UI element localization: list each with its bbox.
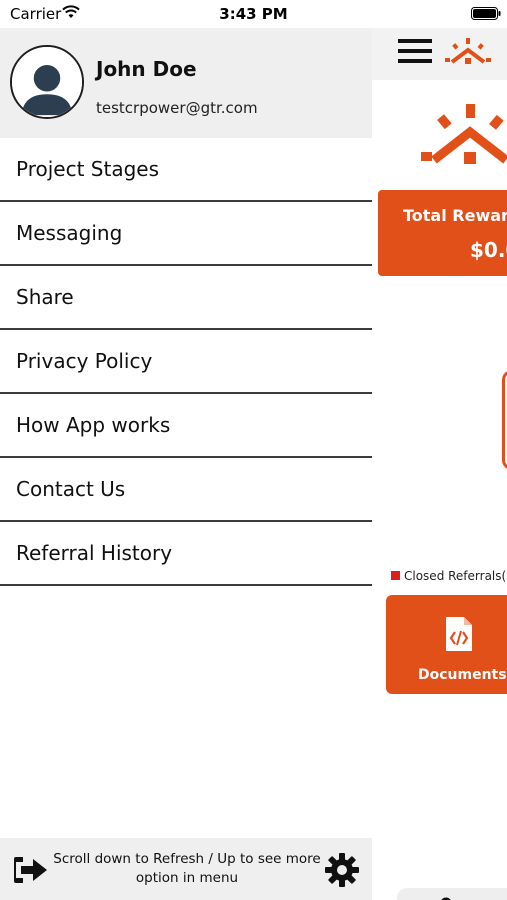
avatar-person-icon (12, 47, 82, 117)
file-code-icon (446, 617, 472, 651)
logo-icon (445, 38, 491, 64)
share-bar[interactable] (397, 888, 507, 900)
menu-item-messaging[interactable]: Messaging (0, 202, 372, 266)
status-time: 3:43 PM (219, 5, 288, 23)
gear-icon[interactable] (324, 852, 360, 888)
main-content: Total Rewar $0.0 Closed Referrals( Docum… (372, 80, 507, 900)
logout-icon[interactable] (12, 853, 50, 887)
referral-chart (502, 370, 507, 470)
footer-hint-line2: option in menu (135, 870, 239, 886)
legend-swatch (391, 571, 400, 580)
navigation-drawer: John Doe testcrpower@gtr.com Project Sta… (0, 28, 372, 900)
main-header (372, 28, 507, 80)
drawer-menu: Project Stages Messaging Share Privacy P… (0, 138, 372, 586)
total-rewards-card[interactable]: Total Rewar $0.0 (378, 190, 507, 276)
rewards-title: Total Rewar (403, 206, 507, 225)
hamburger-icon[interactable] (398, 37, 432, 65)
share-icon[interactable] (421, 896, 455, 900)
chart-legend: Closed Referrals( (391, 565, 506, 584)
status-bar: Carrier 3:43 PM (0, 0, 507, 28)
battery-icon (471, 7, 501, 20)
logo-icon (421, 104, 507, 164)
avatar[interactable] (10, 45, 84, 119)
drawer-footer: Scroll down to Refresh / Up to see more … (0, 838, 372, 900)
menu-item-share[interactable]: Share (0, 266, 372, 330)
documents-button[interactable]: Documents (386, 595, 507, 694)
documents-label: Documents (418, 667, 507, 683)
menu-item-project-stages[interactable]: Project Stages (0, 138, 372, 202)
rewards-value: $0.0 (470, 238, 507, 262)
menu-item-privacy-policy[interactable]: Privacy Policy (0, 330, 372, 394)
user-name: John Doe (96, 57, 197, 81)
footer-hint: Scroll down to Refresh / Up to see more … (52, 850, 322, 888)
drawer-header: John Doe testcrpower@gtr.com (0, 28, 372, 138)
legend-label: Closed Referrals( (404, 568, 507, 583)
user-email: testcrpower@gtr.com (96, 99, 258, 117)
main-screen: Total Rewar $0.0 Closed Referrals( Docum… (372, 28, 507, 900)
menu-item-contact-us[interactable]: Contact Us (0, 458, 372, 522)
menu-item-referral-history[interactable]: Referral History (0, 522, 372, 586)
footer-hint-line1: Scroll down to Refresh / Up to see more (53, 851, 321, 867)
menu-item-how-app-works[interactable]: How App works (0, 394, 372, 458)
